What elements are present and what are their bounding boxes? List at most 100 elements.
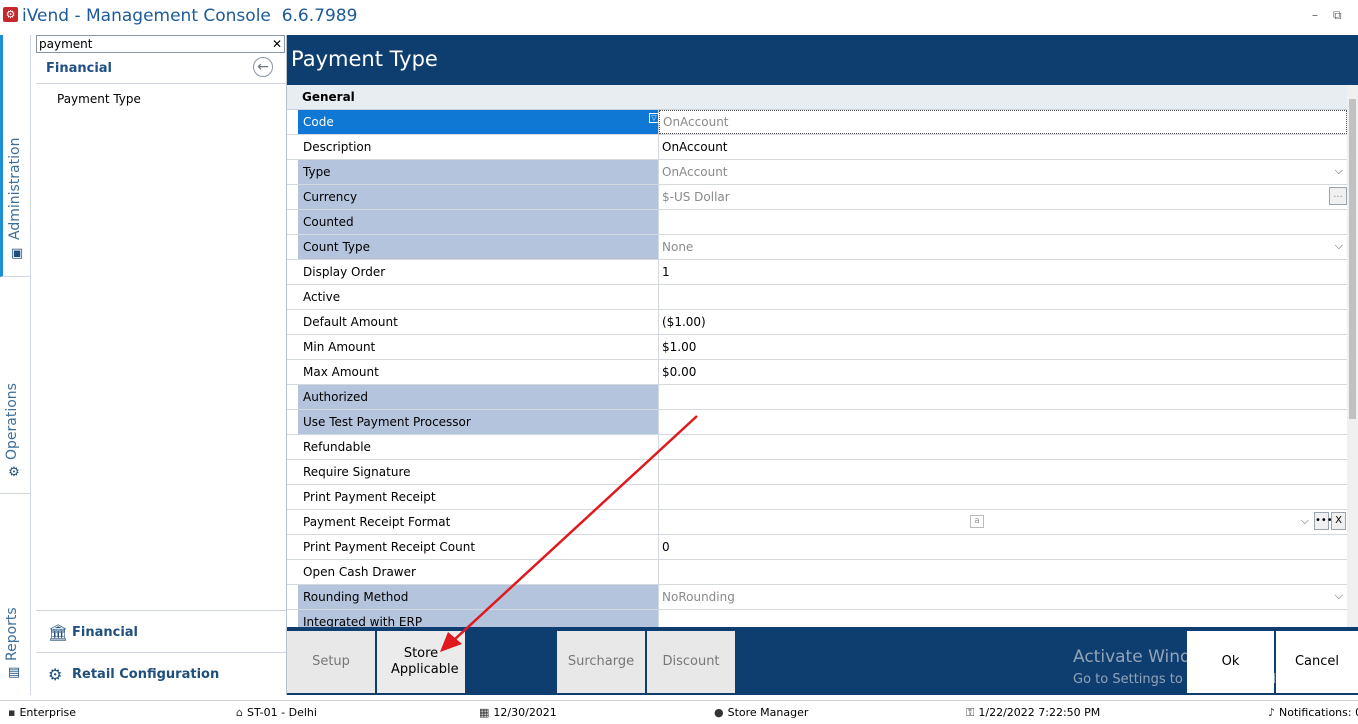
property-label: Max Amount [298, 360, 659, 384]
property-value-text: 1 [662, 265, 670, 279]
chevron-down-icon[interactable]: ⌵ [1301, 514, 1309, 528]
property-value[interactable]: ($1.00) [659, 310, 1347, 334]
property-value[interactable] [659, 410, 1347, 434]
nav-item-payment-type[interactable]: Payment Type [57, 92, 141, 106]
property-value[interactable]: a ⌵ ••• X [659, 510, 1347, 534]
clear-button[interactable]: X [1331, 512, 1346, 530]
property-value[interactable]: NoRounding ⌵ [659, 585, 1347, 609]
property-label: Count Type [298, 235, 659, 259]
chevron-down-icon[interactable]: ⌵ [1335, 589, 1343, 603]
property-label: Print Payment Receipt [298, 485, 659, 509]
tab-reports[interactable]: Reports ▤ [0, 494, 30, 694]
reports-icon: ▤ [7, 665, 21, 680]
back-arrow-icon[interactable]: ← [253, 57, 273, 77]
property-label: Default Amount [298, 310, 659, 334]
status-edition: ▪ Enterprise [8, 706, 76, 719]
property-label: Authorized [298, 385, 659, 409]
setup-button[interactable]: Setup [287, 631, 375, 693]
property-row[interactable]: Default Amount ($1.00) [287, 310, 1347, 335]
property-row[interactable]: Counted [287, 210, 1347, 235]
property-value-text: OnAccount [663, 115, 729, 129]
status-store: ⌂ ST-01 - Delhi [236, 706, 317, 719]
nav-bottom-retail-configuration[interactable]: ⚙ Retail Configuration [36, 652, 286, 695]
property-value[interactable]: ✓ [659, 435, 1347, 459]
property-value[interactable]: $0.00 [659, 360, 1347, 384]
property-value[interactable] [659, 210, 1347, 234]
property-value[interactable]: ✓ [659, 610, 1347, 627]
app-title: iVend - Management Console 6.6.7989 [22, 6, 357, 26]
property-value[interactable]: 1 [659, 260, 1347, 284]
property-value[interactable] [659, 385, 1347, 409]
property-label: Active [298, 285, 659, 309]
store-applicable-button[interactable]: Store Applicable [377, 631, 465, 693]
property-value[interactable] [659, 485, 1347, 509]
property-row[interactable]: Payment Receipt Format a ⌵ ••• X [287, 510, 1347, 535]
property-row[interactable]: Display Order 1 [287, 260, 1347, 285]
property-label: Open Cash Drawer [298, 560, 659, 584]
property-row[interactable]: Refundable✓ [287, 435, 1347, 460]
property-label: Counted [298, 210, 659, 234]
property-value-text: $0.00 [662, 365, 697, 379]
chevron-down-icon[interactable]: ⌵ [1335, 239, 1343, 253]
property-value[interactable]: $-US Dollar... [659, 185, 1347, 209]
cancel-button[interactable]: Cancel [1276, 631, 1358, 693]
property-row[interactable]: Type OnAccount ⌵ [287, 160, 1347, 185]
property-value[interactable] [659, 460, 1347, 484]
property-row[interactable]: Print Payment Receipt Count 0 [287, 535, 1347, 560]
ok-button[interactable]: Ok [1187, 631, 1274, 693]
vertical-scrollbar[interactable] [1347, 85, 1358, 627]
group-header[interactable]: General [287, 85, 1347, 110]
status-login-time: ⚿ 1/22/2022 7:22:50 PM [966, 706, 1100, 720]
property-row[interactable]: Require Signature [287, 460, 1347, 485]
property-value[interactable]: OnAccount [659, 110, 1347, 134]
property-value[interactable] [659, 560, 1347, 584]
lookup-button[interactable]: ... [1329, 187, 1347, 205]
property-row[interactable]: Min Amount $1.00 [287, 335, 1347, 360]
minimize-button[interactable]: – [1312, 8, 1318, 22]
property-value[interactable]: None ⌵ [659, 235, 1347, 259]
clear-search-icon[interactable]: ✕ [272, 37, 282, 51]
property-value-text: $1.00 [662, 340, 697, 354]
property-value[interactable]: OnAccount [659, 135, 1347, 159]
property-value[interactable]: ✓ [659, 285, 1347, 309]
property-row[interactable]: Authorized [287, 385, 1347, 410]
user-icon: ● [714, 706, 724, 719]
property-row[interactable]: Count Type None ⌵ [287, 235, 1347, 260]
property-row[interactable]: Currency $-US Dollar... [287, 185, 1347, 210]
property-row[interactable]: Code ▽ OnAccount [287, 110, 1347, 135]
property-label: Code [298, 110, 659, 134]
property-value[interactable]: 0 [659, 535, 1347, 559]
property-value[interactable]: $1.00 [659, 335, 1347, 359]
property-label: Type [298, 160, 659, 184]
status-role-text: Store Manager [727, 706, 809, 719]
property-row[interactable]: Use Test Payment Processor [287, 410, 1347, 435]
ellipsis-button[interactable]: ••• [1314, 512, 1333, 530]
nav-bottom-financial[interactable]: 🏛 Financial [36, 610, 286, 653]
module-tab-strip: Administration ▣ Operations ⚙ Reports ▤ [0, 35, 31, 695]
restore-button[interactable]: ⧉ [1333, 8, 1342, 23]
discount-button[interactable]: Discount [647, 631, 735, 693]
chevron-down-icon[interactable]: ⌵ [1335, 164, 1343, 178]
scrollbar-thumb[interactable] [1349, 99, 1356, 419]
filter-icon[interactable]: ▽ [649, 113, 659, 123]
status-notifications[interactable]: ♪ Notifications: 0 [1268, 706, 1358, 719]
surcharge-button[interactable]: Surcharge [557, 631, 645, 693]
property-row[interactable]: Open Cash Drawer [287, 560, 1347, 585]
search-box: ✕ [36, 35, 285, 53]
property-row[interactable]: Rounding Method NoRounding ⌵ [287, 585, 1347, 610]
gear-icon: ⚙ [8, 465, 20, 480]
tab-administration[interactable]: Administration ▣ [0, 35, 30, 277]
search-input[interactable] [37, 36, 261, 52]
property-label: Integrated with ERP [298, 610, 659, 627]
property-value[interactable]: OnAccount ⌵ [659, 160, 1347, 184]
property-row[interactable]: Active✓ [287, 285, 1347, 310]
property-row[interactable]: Description OnAccount [287, 135, 1347, 160]
property-label: Require Signature [298, 460, 659, 484]
property-label: Min Amount [298, 335, 659, 359]
property-row[interactable]: Integrated with ERP✓ [287, 610, 1347, 627]
property-grid: General Code ▽ OnAccount Description OnAccou… [287, 85, 1358, 627]
property-value-text: 0 [662, 540, 670, 554]
property-row[interactable]: Max Amount $0.00 [287, 360, 1347, 385]
tab-operations[interactable]: Operations ⚙ [0, 278, 30, 494]
property-row[interactable]: Print Payment Receipt [287, 485, 1347, 510]
